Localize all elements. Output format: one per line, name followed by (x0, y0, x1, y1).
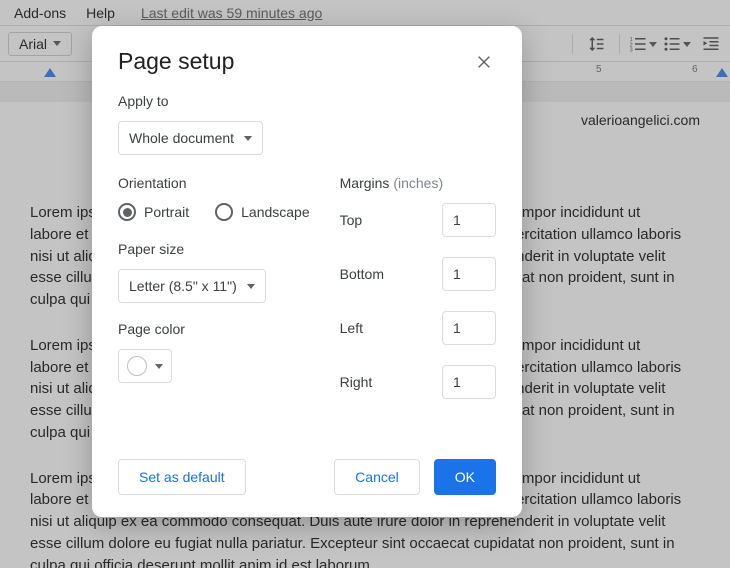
cancel-button[interactable]: Cancel (334, 459, 420, 495)
apply-to-select[interactable]: Whole document (118, 121, 263, 155)
margin-left-input[interactable] (442, 311, 496, 345)
apply-to-value: Whole document (129, 130, 234, 146)
paper-size-value: Letter (8.5" x 11") (129, 278, 237, 294)
chevron-down-icon (244, 136, 252, 141)
margin-right-input[interactable] (442, 365, 496, 399)
paper-size-select[interactable]: Letter (8.5" x 11") (118, 269, 266, 303)
margin-top-input[interactable] (442, 203, 496, 237)
margin-left-label: Left (340, 320, 363, 336)
landscape-radio[interactable] (215, 203, 233, 221)
page-setup-dialog: Page setup Apply to Whole document Orien… (92, 26, 522, 517)
dialog-title: Page setup (118, 48, 234, 75)
margin-right-label: Right (340, 374, 373, 390)
close-icon[interactable] (472, 50, 496, 74)
chevron-down-icon (155, 364, 163, 369)
orientation-label: Orientation (118, 175, 310, 191)
set-as-default-button[interactable]: Set as default (118, 459, 246, 495)
paper-size-label: Paper size (118, 241, 310, 257)
color-swatch-icon (127, 356, 147, 376)
margin-top-label: Top (340, 212, 363, 228)
chevron-down-icon (247, 284, 255, 289)
margin-bottom-label: Bottom (340, 266, 384, 282)
margins-label: Margins (inches) (340, 175, 496, 191)
apply-to-label: Apply to (118, 93, 496, 109)
portrait-radio-label: Portrait (144, 204, 189, 220)
page-color-select[interactable] (118, 349, 172, 383)
page-color-label: Page color (118, 321, 310, 337)
portrait-radio[interactable] (118, 203, 136, 221)
ok-button[interactable]: OK (434, 459, 496, 495)
margin-bottom-input[interactable] (442, 257, 496, 291)
landscape-radio-label: Landscape (241, 204, 310, 220)
